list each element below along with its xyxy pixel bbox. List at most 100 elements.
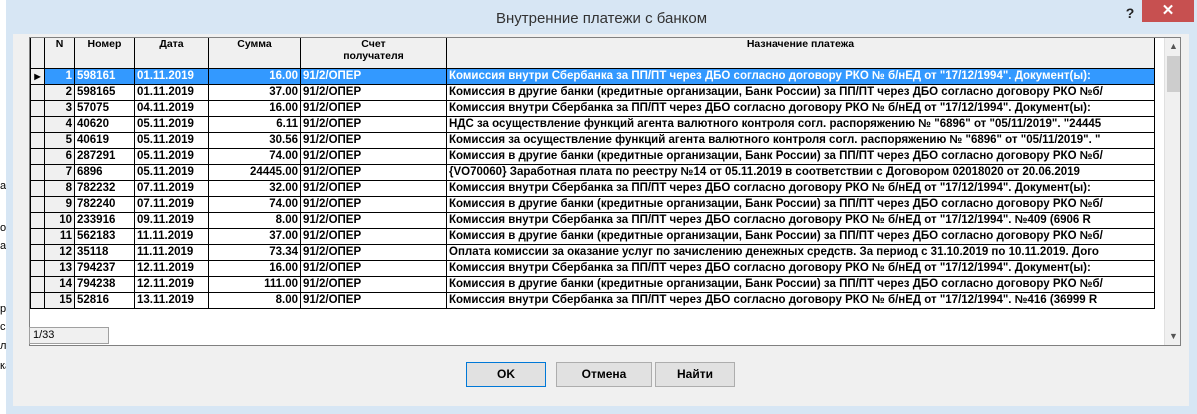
- cell-naznachenie[interactable]: Комиссия внутри Сбербанка за ПП/ПТ через…: [446, 68, 1155, 85]
- row-indicator[interactable]: [30, 164, 45, 181]
- cell-nomer[interactable]: 287291: [74, 148, 135, 165]
- row-indicator[interactable]: [30, 116, 45, 133]
- ok-button[interactable]: OK: [466, 362, 546, 387]
- row-indicator[interactable]: [30, 244, 45, 261]
- cell-nomer[interactable]: 233916: [74, 212, 135, 229]
- cell-data[interactable]: 11.11.2019: [134, 228, 209, 245]
- cell-summa[interactable]: 8.00: [208, 212, 301, 229]
- table-row[interactable]: 9 782240 07.11.2019 74.00 91/2/ОПЕР Комиссия …: [30, 196, 1155, 213]
- cell-n[interactable]: 12: [44, 244, 75, 261]
- cell-data[interactable]: 01.11.2019: [134, 68, 209, 85]
- row-indicator[interactable]: [30, 292, 45, 309]
- cell-n[interactable]: 5: [44, 132, 75, 149]
- table-row[interactable]: ▶ 1 598161 01.11.2019 16.00 91/2/ОПЕР Комиссия…: [30, 68, 1155, 85]
- cell-naznachenie[interactable]: Оплата комиссии за оказание услуг по зач…: [446, 244, 1155, 261]
- cell-schet[interactable]: 91/2/ОПЕР: [300, 292, 447, 309]
- cell-n[interactable]: 10: [44, 212, 75, 229]
- table-row[interactable]: 14 794238 12.11.2019 111.00 91/2/ОПЕР Комисси…: [30, 276, 1155, 293]
- cell-schet[interactable]: 91/2/ОПЕР: [300, 212, 447, 229]
- current-row-icon[interactable]: ▶: [30, 68, 45, 85]
- table-row[interactable]: 4 40620 05.11.2019 6.11 91/2/ОПЕР НДС за осущ…: [30, 116, 1155, 133]
- cell-nomer[interactable]: 794238: [74, 276, 135, 293]
- cell-data[interactable]: 05.11.2019: [134, 132, 209, 149]
- row-indicator[interactable]: [30, 84, 45, 101]
- cell-schet[interactable]: 91/2/ОПЕР: [300, 84, 447, 101]
- cell-n[interactable]: 14: [44, 276, 75, 293]
- row-indicator[interactable]: [30, 276, 45, 293]
- cell-naznachenie[interactable]: Комиссия в другие банки (кредитные орган…: [446, 276, 1155, 293]
- row-indicator[interactable]: [30, 212, 45, 229]
- table-row[interactable]: 15 52816 13.11.2019 8.00 91/2/ОПЕР Комиссия в…: [30, 292, 1155, 309]
- table-row[interactable]: 10 233916 09.11.2019 8.00 91/2/ОПЕР Комиссия …: [30, 212, 1155, 229]
- cell-naznachenie[interactable]: Комиссия в другие банки (кредитные орган…: [446, 196, 1155, 213]
- cell-schet[interactable]: 91/2/ОПЕР: [300, 260, 447, 277]
- cell-summa[interactable]: 30.56: [208, 132, 301, 149]
- cell-nomer[interactable]: 57075: [74, 100, 135, 117]
- cell-data[interactable]: 09.11.2019: [134, 212, 209, 229]
- cell-n[interactable]: 11: [44, 228, 75, 245]
- cell-naznachenie[interactable]: Комиссия внутри Сбербанка за ПП/ПТ через…: [446, 212, 1155, 229]
- scroll-down-icon[interactable]: ▼: [1165, 328, 1180, 345]
- cell-data[interactable]: 12.11.2019: [134, 260, 209, 277]
- cell-data[interactable]: 04.11.2019: [134, 100, 209, 117]
- cell-summa[interactable]: 73.34: [208, 244, 301, 261]
- cell-data[interactable]: 05.11.2019: [134, 148, 209, 165]
- cell-naznachenie[interactable]: Комиссия за осуществление функций агента…: [446, 132, 1155, 149]
- cell-schet[interactable]: 91/2/ОПЕР: [300, 196, 447, 213]
- cell-naznachenie[interactable]: Комиссия внутри Сбербанка за ПП/ПТ через…: [446, 260, 1155, 277]
- row-indicator[interactable]: [30, 180, 45, 197]
- cell-schet[interactable]: 91/2/ОПЕР: [300, 100, 447, 117]
- cell-schet[interactable]: 91/2/ОПЕР: [300, 164, 447, 181]
- cell-nomer[interactable]: 782232: [74, 180, 135, 197]
- cell-schet[interactable]: 91/2/ОПЕР: [300, 228, 447, 245]
- cell-n[interactable]: 4: [44, 116, 75, 133]
- help-button[interactable]: ?: [1119, 4, 1141, 26]
- cell-n[interactable]: 7: [44, 164, 75, 181]
- table-row[interactable]: 13 794237 12.11.2019 16.00 91/2/ОПЕР Комиссия…: [30, 260, 1155, 277]
- cell-summa[interactable]: 32.00: [208, 180, 301, 197]
- row-indicator[interactable]: [30, 196, 45, 213]
- cell-summa[interactable]: 37.00: [208, 228, 301, 245]
- cell-nomer[interactable]: 52816: [74, 292, 135, 309]
- cell-schet[interactable]: 91/2/ОПЕР: [300, 180, 447, 197]
- cell-n[interactable]: 15: [44, 292, 75, 309]
- cell-data[interactable]: 07.11.2019: [134, 196, 209, 213]
- row-indicator[interactable]: [30, 132, 45, 149]
- cell-n[interactable]: 9: [44, 196, 75, 213]
- column-header-summa[interactable]: Сумма: [208, 38, 301, 69]
- cell-summa[interactable]: 8.00: [208, 292, 301, 309]
- find-button[interactable]: Найти: [655, 362, 735, 387]
- cell-n[interactable]: 6: [44, 148, 75, 165]
- column-header-nomer[interactable]: Номер: [74, 38, 135, 69]
- table-row[interactable]: 12 35118 11.11.2019 73.34 91/2/ОПЕР Оплата ко…: [30, 244, 1155, 261]
- column-header-naznachenie[interactable]: Назначение платежа: [446, 38, 1155, 69]
- cell-nomer[interactable]: 598161: [74, 68, 135, 85]
- cell-data[interactable]: 05.11.2019: [134, 164, 209, 181]
- cell-nomer[interactable]: 40620: [74, 116, 135, 133]
- table-row[interactable]: 3 57075 04.11.2019 16.00 91/2/ОПЕР Комиссия в…: [30, 100, 1155, 117]
- title-bar[interactable]: Внутренние платежи с банком ? ✕: [6, 0, 1197, 36]
- column-header-data[interactable]: Дата: [134, 38, 209, 69]
- table-row[interactable]: 5 40619 05.11.2019 30.56 91/2/ОПЕР Комиссия з…: [30, 132, 1155, 149]
- cell-summa[interactable]: 111.00: [208, 276, 301, 293]
- table-row[interactable]: 6 287291 05.11.2019 74.00 91/2/ОПЕР Комиссия …: [30, 148, 1155, 165]
- cell-nomer[interactable]: 598165: [74, 84, 135, 101]
- cell-summa[interactable]: 74.00: [208, 196, 301, 213]
- cell-summa[interactable]: 74.00: [208, 148, 301, 165]
- cell-nomer[interactable]: 40619: [74, 132, 135, 149]
- row-indicator[interactable]: [30, 228, 45, 245]
- cell-naznachenie[interactable]: Комиссия внутри Сбербанка за ПП/ПТ через…: [446, 292, 1155, 309]
- cell-n[interactable]: 3: [44, 100, 75, 117]
- cell-schet[interactable]: 91/2/ОПЕР: [300, 276, 447, 293]
- cell-schet[interactable]: 91/2/ОПЕР: [300, 68, 447, 85]
- cell-data[interactable]: 01.11.2019: [134, 84, 209, 101]
- table-row[interactable]: 8 782232 07.11.2019 32.00 91/2/ОПЕР Комиссия …: [30, 180, 1155, 197]
- cell-nomer[interactable]: 562183: [74, 228, 135, 245]
- cell-n[interactable]: 8: [44, 180, 75, 197]
- scroll-up-icon[interactable]: ▲: [1165, 38, 1180, 55]
- close-button[interactable]: ✕: [1142, 0, 1194, 22]
- column-header-schet[interactable]: Счет получателя: [300, 38, 447, 69]
- cell-naznachenie[interactable]: НДС за осуществление функций агента валю…: [446, 116, 1155, 133]
- cell-data[interactable]: 13.11.2019: [134, 292, 209, 309]
- cell-naznachenie[interactable]: Комиссия в другие банки (кредитные орган…: [446, 148, 1155, 165]
